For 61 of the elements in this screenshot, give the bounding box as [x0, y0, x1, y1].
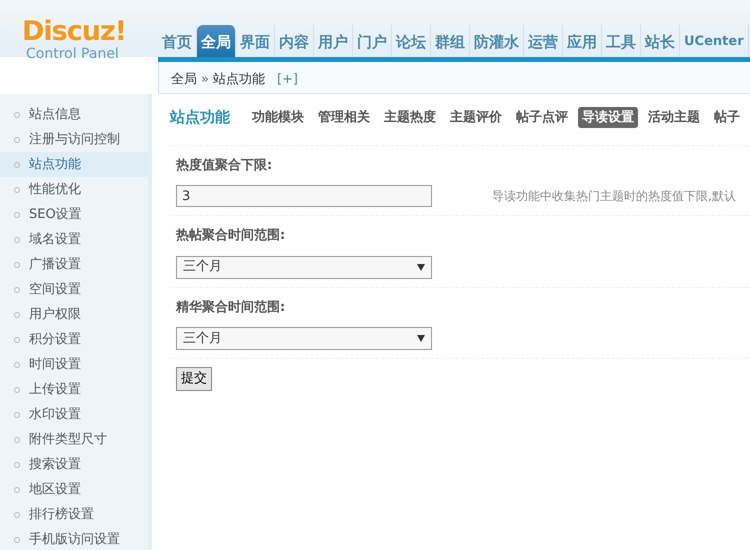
sidebar-item[interactable]: 时间设置	[29, 354, 81, 374]
section-tab[interactable]: 活动主题	[644, 106, 704, 128]
sidebar-item[interactable]: 站点信息	[29, 104, 81, 124]
bullet-icon	[14, 262, 20, 268]
caret-icon	[417, 264, 425, 270]
section-tab[interactable]: 帖子点评	[512, 106, 572, 128]
sidebar-item[interactable]: 注册与访问控制	[29, 130, 120, 150]
sidebar-item[interactable]: SEO设置	[29, 204, 82, 224]
field-label: 热帖聚合时间范围:	[174, 227, 286, 245]
bullet-icon	[14, 362, 20, 368]
sidebar-item[interactable]: 性能优化	[29, 180, 81, 200]
breadcrumb-item: 站点功能	[212, 71, 265, 85]
breadcrumb-separator: »	[201, 71, 209, 85]
bullet-icon	[14, 486, 20, 492]
sidebar-item[interactable]: 积分设置	[29, 330, 81, 350]
section-tab[interactable]: 管理相关	[314, 106, 374, 128]
bullet-icon	[14, 136, 20, 142]
logo-subtitle: Control Panel	[25, 46, 120, 62]
sidebar-item[interactable]: 搜索设置	[29, 454, 81, 474]
section-tab[interactable]: 导读设置	[578, 106, 638, 128]
sidebar-item[interactable]: 水印设置	[29, 404, 81, 424]
bullet-icon	[14, 212, 20, 218]
section-tab[interactable]: 功能模块	[248, 106, 308, 128]
dropdown-field[interactable]: 三个月	[176, 256, 432, 278]
bullet-icon	[14, 336, 20, 342]
bullet-icon	[14, 436, 20, 442]
sidebar-item[interactable]: 用户权限	[29, 304, 81, 324]
bullet-icon	[14, 162, 20, 168]
bullet-icon	[14, 462, 20, 468]
bullet-icon	[14, 536, 20, 542]
section-tab[interactable]: 帖子	[710, 106, 744, 128]
dropdown-field[interactable]: 三个月	[176, 327, 432, 350]
bullet-icon	[14, 412, 20, 418]
bullet-icon	[14, 386, 20, 392]
section-title: 站点功能	[170, 107, 230, 128]
sidebar-item[interactable]: 附件类型尺寸	[29, 430, 107, 450]
breadcrumb-item[interactable]: 全局	[171, 70, 197, 85]
sidebar-item[interactable]: 空间设置	[29, 280, 81, 300]
bullet-icon	[14, 312, 20, 318]
submit-button[interactable]: 提交	[176, 367, 212, 390]
bullet-icon	[14, 186, 20, 192]
field-hint: 导读功能中收集热门主题时的热度值下限,默认	[492, 188, 736, 205]
text-field[interactable]: 3	[176, 185, 432, 207]
field-label: 精华聚合时间范围:	[174, 298, 286, 316]
bullet-icon	[14, 112, 20, 118]
bullet-icon	[14, 512, 20, 518]
bullet-icon	[14, 286, 20, 292]
section-tab[interactable]: 主题评价	[446, 106, 506, 128]
logo-title: Discuz!	[22, 18, 127, 46]
caret-icon	[417, 335, 425, 342]
sidebar-item[interactable]: 手机版访问设置	[29, 530, 120, 550]
sidebar-item[interactable]: 域名设置	[29, 230, 81, 250]
add-link[interactable]: [+]	[276, 70, 298, 85]
sidebar-item[interactable]: 地区设置	[29, 480, 81, 500]
nav-tab[interactable]: 全局	[197, 25, 236, 57]
bullet-icon	[14, 236, 20, 242]
sidebar-item[interactable]: 广播设置	[29, 254, 81, 274]
field-label: 热度值聚合下限:	[174, 156, 274, 174]
sidebar-item[interactable]: 上传设置	[29, 380, 81, 400]
section-tab[interactable]: 主题热度	[380, 106, 440, 128]
sidebar-item[interactable]: 排行榜设置	[29, 504, 94, 524]
